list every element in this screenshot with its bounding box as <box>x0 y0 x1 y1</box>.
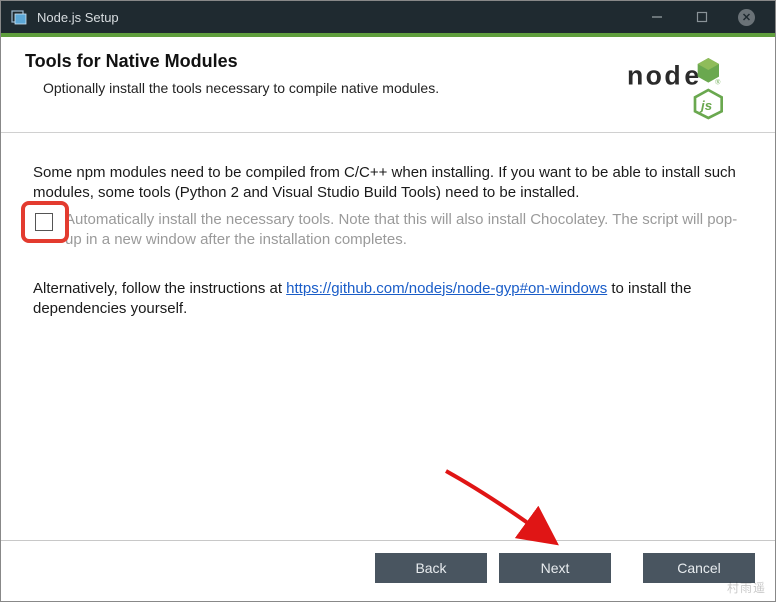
installer-window: Node.js Setup ✕ Tools for Native Modules… <box>0 0 776 602</box>
svg-text:®: ® <box>715 78 721 87</box>
svg-text:o: o <box>646 61 662 91</box>
node-gyp-link[interactable]: https://github.com/nodejs/node-gyp#on-wi… <box>286 280 607 297</box>
titlebar: Node.js Setup ✕ <box>1 1 775 33</box>
app-icon <box>9 7 29 27</box>
intro-text: Some npm modules need to be compiled fro… <box>33 163 743 204</box>
next-button[interactable]: Next <box>499 553 611 583</box>
auto-install-label: Automatically install the necessary tool… <box>65 210 743 251</box>
minimize-button[interactable] <box>634 3 679 31</box>
svg-text:e: e <box>684 61 698 91</box>
window-title: Node.js Setup <box>37 10 634 25</box>
auto-install-checkbox[interactable] <box>35 213 53 231</box>
nodejs-logo: n o d e ® js <box>627 51 747 121</box>
svg-text:js: js <box>699 98 712 113</box>
arrow-annotation <box>431 466 571 546</box>
alternative-text: Alternatively, follow the instructions a… <box>33 279 743 320</box>
cancel-button[interactable]: Cancel <box>643 553 755 583</box>
svg-text:n: n <box>627 61 643 91</box>
close-icon: ✕ <box>738 9 755 26</box>
header: Tools for Native Modules Optionally inst… <box>1 37 775 133</box>
close-button[interactable]: ✕ <box>724 3 769 31</box>
footer: Back Next Cancel <box>1 540 775 601</box>
maximize-button[interactable] <box>679 3 724 31</box>
alt-prefix: Alternatively, follow the instructions a… <box>33 280 286 297</box>
back-button[interactable]: Back <box>375 553 487 583</box>
content-area: Some npm modules need to be compiled fro… <box>1 133 775 540</box>
auto-install-option: Automatically install the necessary tool… <box>33 210 743 251</box>
svg-text:d: d <box>664 61 680 91</box>
